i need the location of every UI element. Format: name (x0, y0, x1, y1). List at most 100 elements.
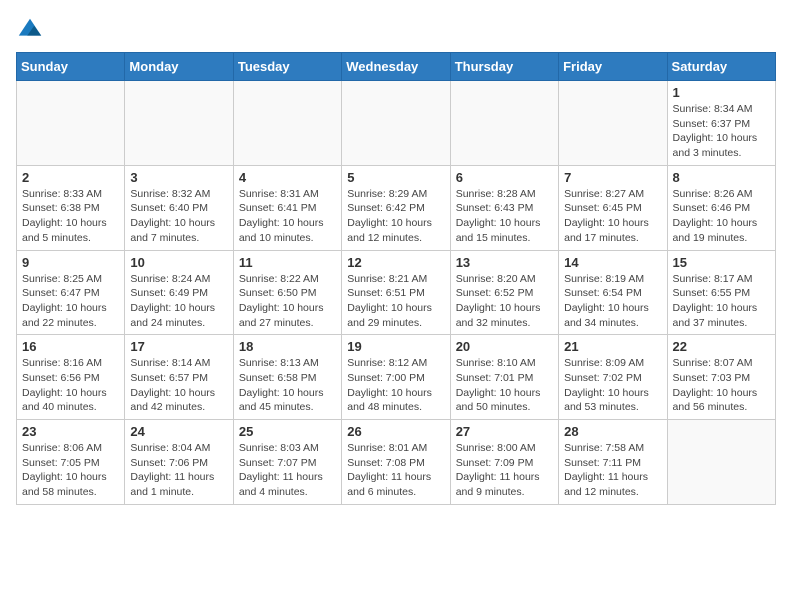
calendar-day-cell (342, 81, 450, 166)
weekday-header: Thursday (450, 53, 558, 81)
calendar-day-cell: 8 Sunrise: 8:26 AM Sunset: 6:46 PM Daylig… (667, 165, 775, 250)
day-number: 15 (673, 255, 770, 270)
calendar-day-cell (450, 81, 558, 166)
day-number: 13 (456, 255, 553, 270)
day-info: Sunrise: 8:14 AM Sunset: 6:57 PM Dayligh… (130, 356, 227, 415)
calendar-day-cell (233, 81, 341, 166)
calendar-day-cell: 21Sunrise: 8:09 AM Sunset: 7:02 PM Dayli… (559, 335, 667, 420)
calendar-week-row: 23 Sunrise: 8:06 AM Sunset: 7:05 PM Dayli… (17, 420, 776, 505)
calendar-day-cell: 1 Sunrise: 8:34 AM Sunset: 6:37 PM Daylig… (667, 81, 775, 166)
day-info: Sunrise: 8:22 AM Sunset: 6:50 PM Dayligh… (239, 272, 336, 331)
calendar-week-row: 16 Sunrise: 8:16 AM Sunset: 6:56 PM Dayli… (17, 335, 776, 420)
calendar-day-cell (667, 420, 775, 505)
calendar-day-cell: 10 Sunrise: 8:24 AM Sunset: 6:49 PM Dayli… (125, 250, 233, 335)
calendar-day-cell: 11Sunrise: 8:22 AM Sunset: 6:50 PM Dayli… (233, 250, 341, 335)
day-info: Sunrise: 8:21 AM Sunset: 6:51 PM Dayligh… (347, 272, 444, 331)
calendar-day-cell: 13 Sunrise: 8:20 AM Sunset: 6:52 PM Dayli… (450, 250, 558, 335)
calendar-day-cell: 12 Sunrise: 8:21 AM Sunset: 6:51 PM Dayli… (342, 250, 450, 335)
day-number: 2 (22, 170, 119, 185)
weekday-header-row: SundayMondayTuesdayWednesdayThursdayFrid… (17, 53, 776, 81)
calendar-day-cell: 23 Sunrise: 8:06 AM Sunset: 7:05 PM Dayli… (17, 420, 125, 505)
calendar-day-cell: 9 Sunrise: 8:25 AM Sunset: 6:47 PM Daylig… (17, 250, 125, 335)
day-info: Sunrise: 8:26 AM Sunset: 6:46 PM Dayligh… (673, 187, 770, 246)
day-info: Sunrise: 8:28 AM Sunset: 6:43 PM Dayligh… (456, 187, 553, 246)
day-info: Sunrise: 8:00 AM Sunset: 7:09 PM Dayligh… (456, 441, 553, 500)
calendar-day-cell: 18Sunrise: 8:13 AM Sunset: 6:58 PM Dayli… (233, 335, 341, 420)
weekday-header: Sunday (17, 53, 125, 81)
calendar-day-cell: 3 Sunrise: 8:32 AM Sunset: 6:40 PM Daylig… (125, 165, 233, 250)
day-info: Sunrise: 8:29 AM Sunset: 6:42 PM Dayligh… (347, 187, 444, 246)
calendar-day-cell (559, 81, 667, 166)
calendar-day-cell: 20Sunrise: 8:10 AM Sunset: 7:01 PM Dayli… (450, 335, 558, 420)
day-number: 1 (673, 85, 770, 100)
day-info: Sunrise: 8:25 AM Sunset: 6:47 PM Dayligh… (22, 272, 119, 331)
calendar-day-cell: 24 Sunrise: 8:04 AM Sunset: 7:06 PM Dayli… (125, 420, 233, 505)
weekday-header: Saturday (667, 53, 775, 81)
calendar-table: SundayMondayTuesdayWednesdayThursdayFrid… (16, 52, 776, 505)
day-number: 6 (456, 170, 553, 185)
day-info: Sunrise: 8:04 AM Sunset: 7:06 PM Dayligh… (130, 441, 227, 500)
day-number: 25 (239, 424, 336, 439)
logo-icon (16, 16, 44, 44)
weekday-header: Wednesday (342, 53, 450, 81)
day-info: Sunrise: 7:58 AM Sunset: 7:11 PM Dayligh… (564, 441, 661, 500)
weekday-header: Tuesday (233, 53, 341, 81)
day-info: Sunrise: 8:13 AM Sunset: 6:58 PM Dayligh… (239, 356, 336, 415)
calendar-day-cell: 26 Sunrise: 8:01 AM Sunset: 7:08 PM Dayli… (342, 420, 450, 505)
calendar-day-cell: 4Sunrise: 8:31 AM Sunset: 6:41 PM Daylig… (233, 165, 341, 250)
calendar-day-cell: 28 Sunrise: 7:58 AM Sunset: 7:11 PM Dayli… (559, 420, 667, 505)
day-number: 27 (456, 424, 553, 439)
day-number: 24 (130, 424, 227, 439)
calendar-day-cell (17, 81, 125, 166)
calendar-week-row: 9 Sunrise: 8:25 AM Sunset: 6:47 PM Daylig… (17, 250, 776, 335)
day-number: 14 (564, 255, 661, 270)
day-info: Sunrise: 8:10 AM Sunset: 7:01 PM Dayligh… (456, 356, 553, 415)
day-info: Sunrise: 8:17 AM Sunset: 6:55 PM Dayligh… (673, 272, 770, 331)
calendar-week-row: 2 Sunrise: 8:33 AM Sunset: 6:38 PM Daylig… (17, 165, 776, 250)
day-info: Sunrise: 8:34 AM Sunset: 6:37 PM Dayligh… (673, 102, 770, 161)
day-info: Sunrise: 8:32 AM Sunset: 6:40 PM Dayligh… (130, 187, 227, 246)
day-number: 26 (347, 424, 444, 439)
day-info: Sunrise: 8:12 AM Sunset: 7:00 PM Dayligh… (347, 356, 444, 415)
calendar-day-cell: 2 Sunrise: 8:33 AM Sunset: 6:38 PM Daylig… (17, 165, 125, 250)
day-info: Sunrise: 8:16 AM Sunset: 6:56 PM Dayligh… (22, 356, 119, 415)
calendar-day-cell: 19 Sunrise: 8:12 AM Sunset: 7:00 PM Dayli… (342, 335, 450, 420)
day-info: Sunrise: 8:31 AM Sunset: 6:41 PM Dayligh… (239, 187, 336, 246)
calendar-week-row: 1 Sunrise: 8:34 AM Sunset: 6:37 PM Daylig… (17, 81, 776, 166)
day-info: Sunrise: 8:19 AM Sunset: 6:54 PM Dayligh… (564, 272, 661, 331)
day-info: Sunrise: 8:33 AM Sunset: 6:38 PM Dayligh… (22, 187, 119, 246)
day-number: 28 (564, 424, 661, 439)
day-number: 19 (347, 339, 444, 354)
day-number: 10 (130, 255, 227, 270)
day-info: Sunrise: 8:27 AM Sunset: 6:45 PM Dayligh… (564, 187, 661, 246)
weekday-header: Monday (125, 53, 233, 81)
day-info: Sunrise: 8:03 AM Sunset: 7:07 PM Dayligh… (239, 441, 336, 500)
calendar-day-cell: 15 Sunrise: 8:17 AM Sunset: 6:55 PM Dayli… (667, 250, 775, 335)
day-info: Sunrise: 8:07 AM Sunset: 7:03 PM Dayligh… (673, 356, 770, 415)
calendar-day-cell: 7 Sunrise: 8:27 AM Sunset: 6:45 PM Daylig… (559, 165, 667, 250)
day-number: 23 (22, 424, 119, 439)
day-number: 12 (347, 255, 444, 270)
day-number: 8 (673, 170, 770, 185)
day-number: 5 (347, 170, 444, 185)
calendar-day-cell: 25 Sunrise: 8:03 AM Sunset: 7:07 PM Dayli… (233, 420, 341, 505)
calendar-day-cell: 27 Sunrise: 8:00 AM Sunset: 7:09 PM Dayli… (450, 420, 558, 505)
calendar-day-cell: 6 Sunrise: 8:28 AM Sunset: 6:43 PM Daylig… (450, 165, 558, 250)
day-number: 17 (130, 339, 227, 354)
day-info: Sunrise: 8:06 AM Sunset: 7:05 PM Dayligh… (22, 441, 119, 500)
day-info: Sunrise: 8:01 AM Sunset: 7:08 PM Dayligh… (347, 441, 444, 500)
day-info: Sunrise: 8:24 AM Sunset: 6:49 PM Dayligh… (130, 272, 227, 331)
day-number: 3 (130, 170, 227, 185)
day-number: 16 (22, 339, 119, 354)
calendar-day-cell: 16 Sunrise: 8:16 AM Sunset: 6:56 PM Dayli… (17, 335, 125, 420)
calendar-day-cell: 5 Sunrise: 8:29 AM Sunset: 6:42 PM Daylig… (342, 165, 450, 250)
logo (16, 16, 48, 44)
page-header (16, 16, 776, 44)
day-number: 9 (22, 255, 119, 270)
calendar-day-cell: 22 Sunrise: 8:07 AM Sunset: 7:03 PM Dayli… (667, 335, 775, 420)
day-number: 21 (564, 339, 661, 354)
day-number: 22 (673, 339, 770, 354)
calendar-day-cell: 14 Sunrise: 8:19 AM Sunset: 6:54 PM Dayli… (559, 250, 667, 335)
day-info: Sunrise: 8:20 AM Sunset: 6:52 PM Dayligh… (456, 272, 553, 331)
day-number: 7 (564, 170, 661, 185)
